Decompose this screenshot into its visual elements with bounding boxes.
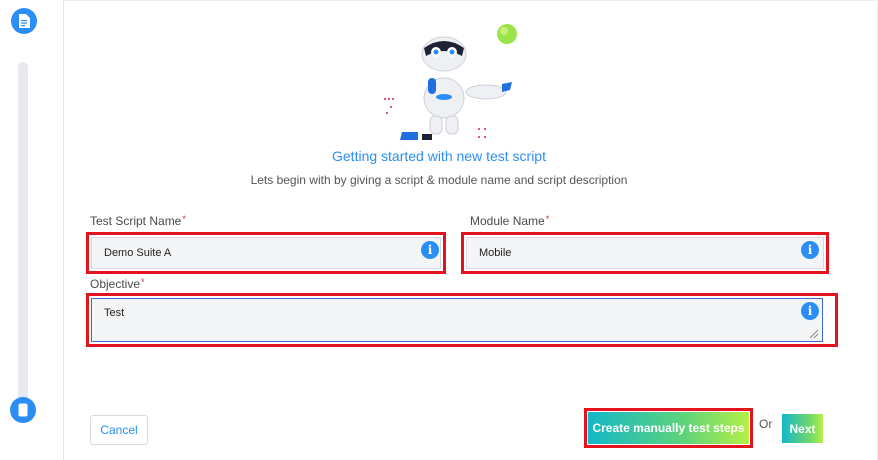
left-rail bbox=[0, 0, 64, 460]
script-name-input[interactable]: Demo Suite A bbox=[91, 237, 441, 269]
rail-scroll-track[interactable] bbox=[18, 62, 28, 402]
required-mark: * bbox=[141, 277, 145, 287]
module-name-value: Mobile bbox=[479, 247, 512, 259]
robot-illustration bbox=[378, 18, 528, 146]
document-icon[interactable] bbox=[11, 8, 37, 34]
objective-label-text: Objective bbox=[90, 277, 141, 291]
required-mark: * bbox=[545, 214, 550, 224]
page-title: Getting started with new test script bbox=[332, 148, 546, 164]
create-manual-steps-button[interactable]: Create manually test steps bbox=[588, 412, 749, 444]
objective-label: Objective* bbox=[90, 277, 145, 291]
objective-info-icon[interactable]: i bbox=[801, 302, 819, 320]
script-name-label-text: Test Script Name bbox=[90, 214, 182, 228]
page: Getting started with new test script Let… bbox=[0, 0, 878, 460]
script-name-label: Test Script Name* bbox=[90, 214, 186, 228]
script-name-value: Demo Suite A bbox=[104, 247, 172, 259]
module-name-input[interactable]: Mobile bbox=[466, 237, 824, 269]
or-separator: Or bbox=[759, 417, 773, 431]
script-name-info-icon[interactable]: i bbox=[421, 241, 439, 259]
module-name-label: Module Name* bbox=[470, 214, 549, 228]
objective-textarea[interactable]: Test bbox=[91, 298, 823, 342]
resize-grip-icon[interactable] bbox=[810, 330, 818, 338]
page-subtitle: Lets begin with by giving a script & mod… bbox=[250, 173, 628, 187]
objective-value: Test bbox=[104, 307, 125, 319]
mobile-icon[interactable] bbox=[10, 397, 36, 423]
module-name-label-text: Module Name bbox=[470, 214, 545, 228]
next-button[interactable]: Next bbox=[782, 414, 823, 443]
module-name-info-icon[interactable]: i bbox=[801, 241, 819, 259]
required-mark: * bbox=[182, 214, 186, 224]
cancel-button[interactable]: Cancel bbox=[90, 415, 148, 445]
